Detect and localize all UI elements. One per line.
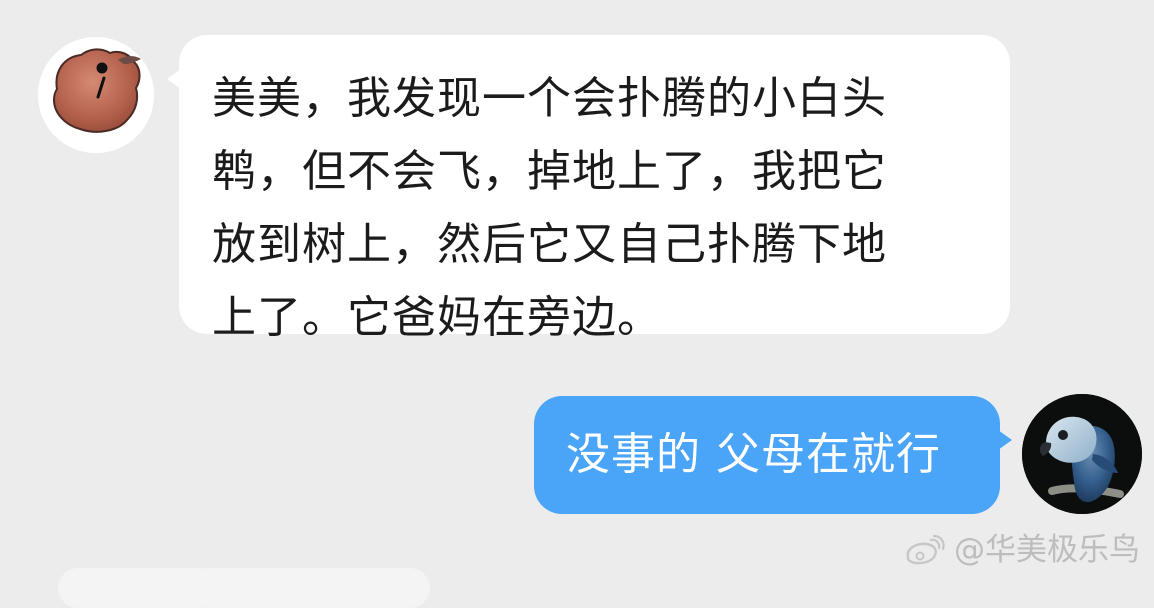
weibo-icon — [898, 532, 946, 568]
watermark-text: @华美极乐鸟 — [954, 532, 1140, 568]
message-text-right: 没事的 父母在就行 — [566, 429, 941, 480]
message-bubble-right[interactable]: 没事的 父母在就行 — [534, 396, 1012, 514]
message-bubble-left[interactable]: 美美，我发现一个会扑腾的小白头 鹎，但不会飞，掉地上了，我把它 放到树上，然后它… — [167, 35, 1010, 343]
sender-avatar[interactable] — [38, 37, 154, 153]
bird-avatar-icon — [38, 37, 154, 153]
parrot-avatar-icon — [1022, 394, 1142, 514]
partial-bubble — [188, 568, 430, 608]
user-avatar[interactable] — [1022, 394, 1142, 514]
message-text-left: 美美，我发现一个会扑腾的小白头 鹎，但不会飞，掉地上了，我把它 放到树上，然后它… — [212, 73, 887, 343]
watermark: @华美极乐鸟 — [898, 530, 1140, 570]
